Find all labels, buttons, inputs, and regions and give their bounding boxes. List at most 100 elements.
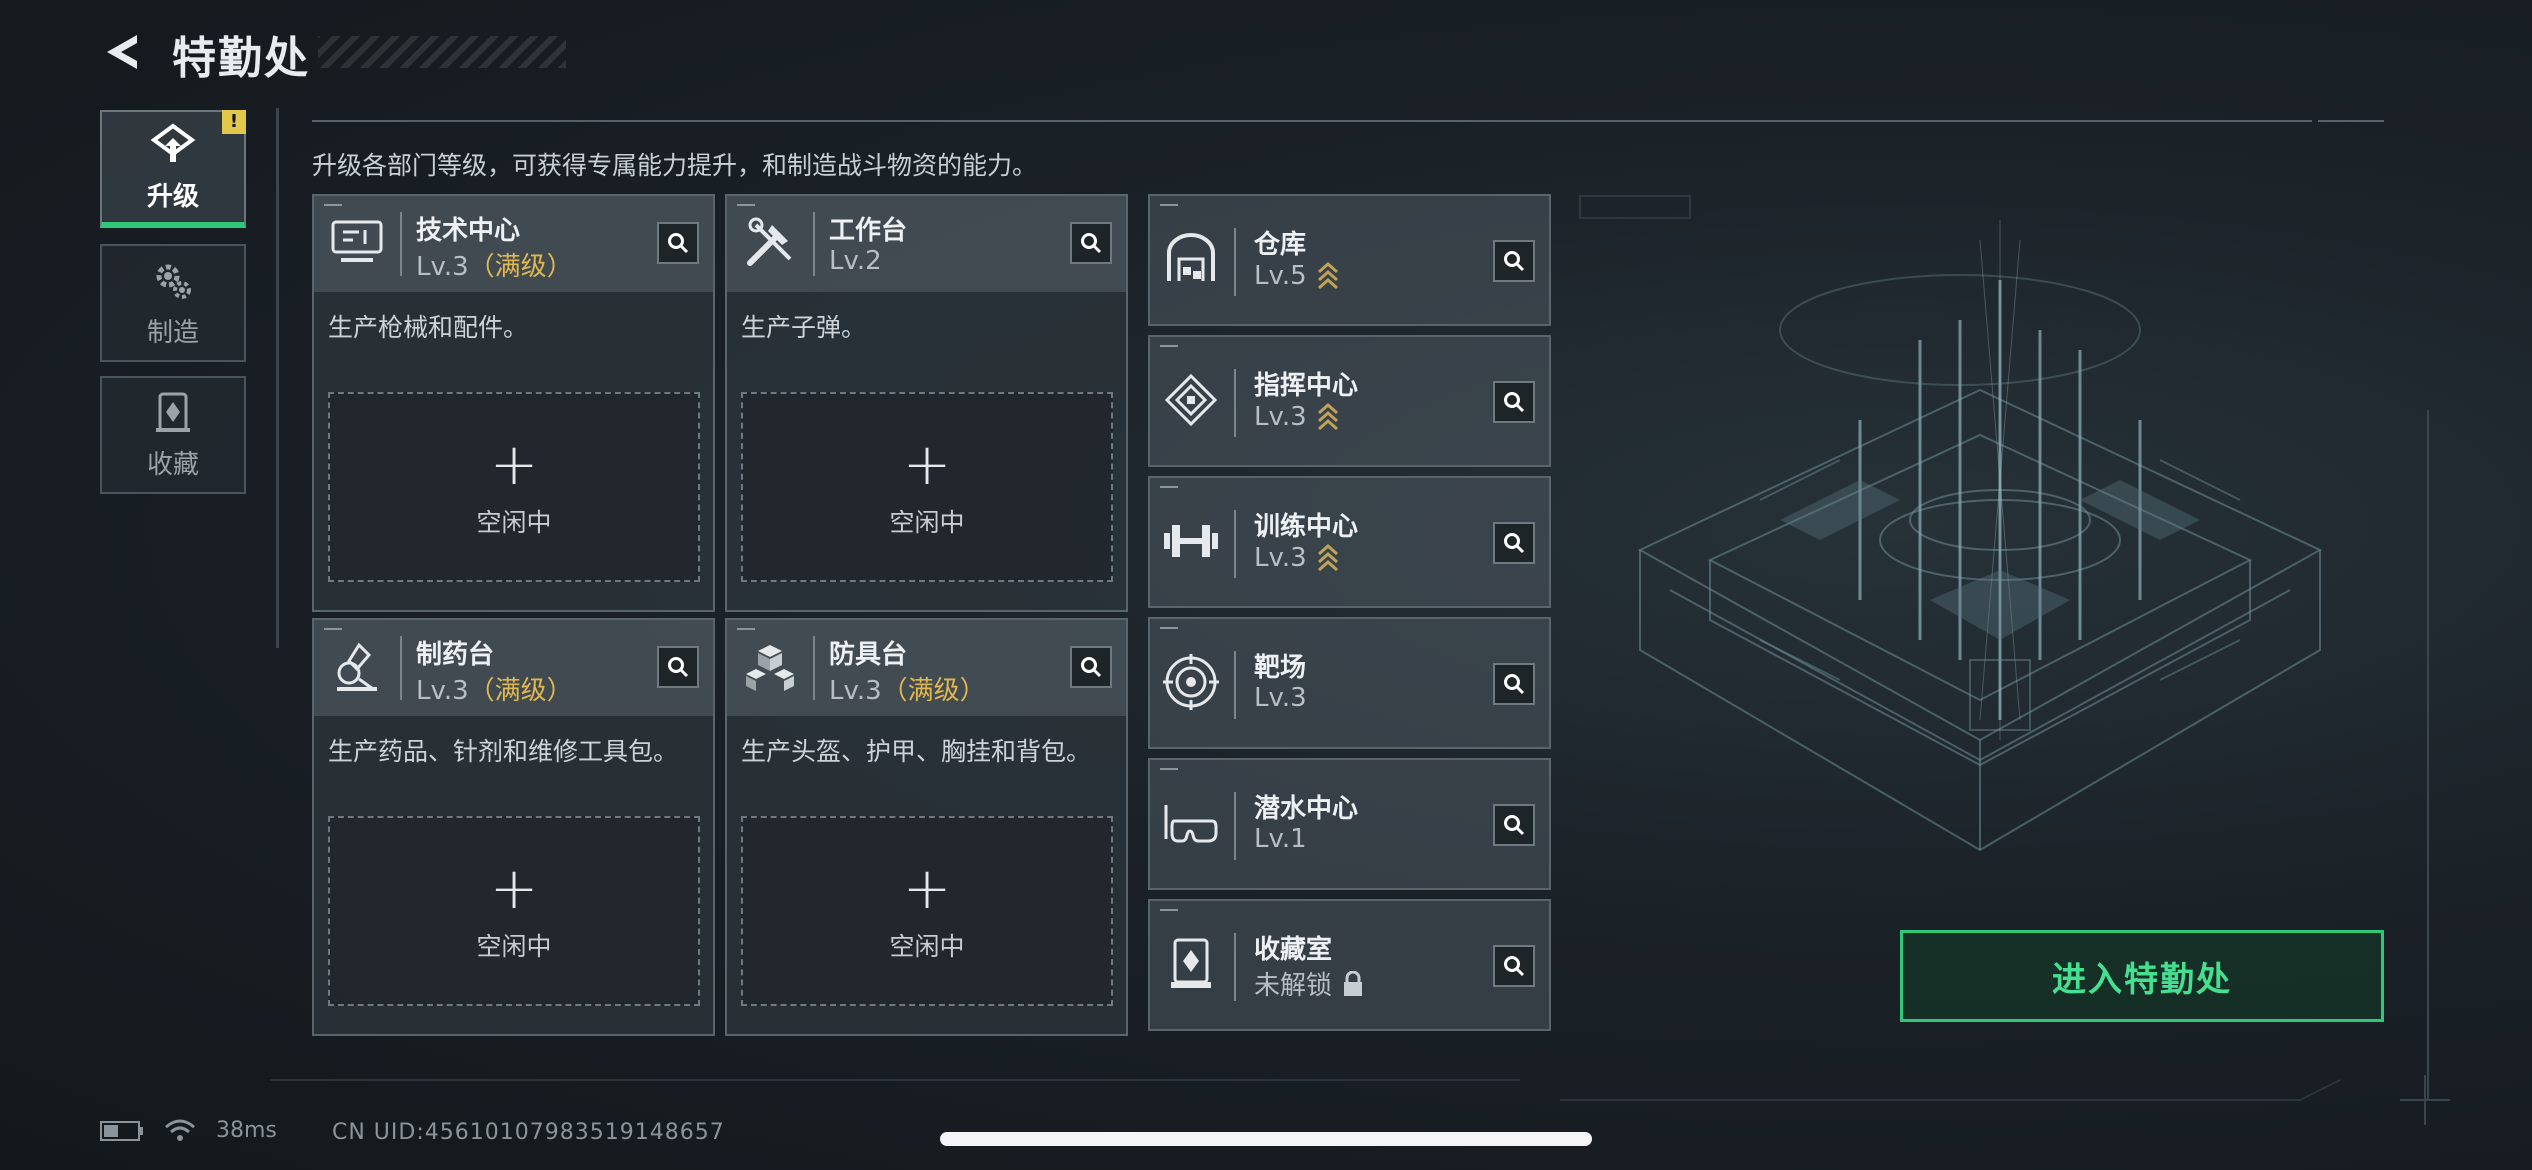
search-icon: [1504, 533, 1525, 554]
base-building-illustration: [1637, 220, 2323, 852]
upgrade-icon: [150, 123, 196, 162]
inspect-button[interactable]: [1493, 522, 1535, 564]
department-level: Lv.3（满级）: [829, 676, 986, 706]
facility-card-collection-room[interactable]: 收藏室 未解锁: [1148, 899, 1551, 1031]
lock-icon: [1344, 970, 1363, 996]
plus-icon: +: [902, 430, 952, 498]
facility-name: 指挥中心: [1254, 371, 1359, 401]
sidebar-tab-label: 制造: [146, 317, 199, 348]
department-description: 生产枪械和配件。: [328, 313, 529, 342]
facility-level: Lv.3: [1254, 401, 1339, 433]
inspect-button[interactable]: [1493, 381, 1535, 423]
search-icon: [1504, 674, 1525, 695]
inspect-button[interactable]: [1070, 646, 1112, 688]
inspect-button[interactable]: [1070, 222, 1112, 264]
divider: [312, 120, 2312, 122]
collection-room-icon: [1160, 933, 1222, 995]
sidebar-tab-collection[interactable]: 收藏: [100, 376, 246, 494]
facility-level: Lv.5: [1254, 260, 1339, 292]
department-name: 技术中心: [416, 216, 521, 246]
facility-level: Lv.3: [1254, 683, 1307, 713]
workbench-icon: [739, 212, 801, 274]
department-description: 生产子弹。: [741, 313, 867, 342]
warehouse-icon: [1160, 228, 1222, 290]
production-slot[interactable]: + 空闲中: [328, 816, 700, 1006]
back-arrow-icon: [107, 35, 137, 69]
department-name: 防具台: [829, 640, 908, 670]
plus-icon: +: [489, 430, 539, 498]
plus-icon: +: [489, 854, 539, 922]
department-level: Lv.3（满级）: [416, 676, 573, 706]
inspect-button[interactable]: [1493, 945, 1535, 987]
card-header: 工作台 Lv.2: [727, 196, 1126, 292]
department-card-workbench: 工作台 Lv.2 生产子弹。 + 空闲中: [725, 194, 1128, 612]
alert-badge: !: [222, 110, 246, 134]
facility-card-training-center[interactable]: 训练中心 Lv.3: [1148, 476, 1551, 608]
department-card-armor-bench: 防具台 Lv.3（满级） 生产头盔、护甲、胸挂和背包。 + 空闲中: [725, 618, 1128, 1036]
search-icon: [668, 657, 689, 678]
facility-level: Lv.1: [1254, 824, 1307, 854]
search-icon: [1504, 251, 1525, 272]
department-level: Lv.2: [829, 246, 882, 276]
tech-center-icon: [326, 212, 388, 274]
collection-icon: [156, 392, 190, 432]
battery-icon: [100, 1120, 143, 1141]
armor-bench-icon: [739, 636, 801, 698]
title-stripe-decoration: [318, 36, 566, 68]
diving-mask-icon: [1160, 792, 1222, 854]
page-title: 特勤处: [172, 33, 310, 84]
department-name: 工作台: [829, 216, 908, 246]
sidebar-tab-manufacture[interactable]: 制造: [100, 244, 246, 362]
status-bar: 38ms: [100, 1118, 277, 1143]
card-header: 技术中心 Lv.3（满级）: [314, 196, 713, 292]
department-level: Lv.3（满级）: [416, 252, 573, 282]
facility-name: 收藏室: [1254, 935, 1333, 965]
inspect-button[interactable]: [657, 646, 699, 688]
upgrade-available-icon: [1317, 543, 1338, 572]
search-icon: [1081, 657, 1102, 678]
command-center-icon: [1160, 369, 1222, 431]
department-description: 生产头盔、护甲、胸挂和背包。: [741, 737, 1092, 766]
facility-name: 潜水中心: [1254, 794, 1359, 824]
gears-icon: [156, 264, 191, 299]
user-uid: CN UID:45610107983519148657: [332, 1120, 725, 1145]
slot-status: 空闲中: [476, 508, 552, 537]
facility-name: 训练中心: [1254, 512, 1359, 542]
department-card-pharmacy: 制药台 Lv.3（满级） 生产药品、针剂和维修工具包。 + 空闲中: [312, 618, 715, 1036]
production-slot[interactable]: + 空闲中: [328, 392, 700, 582]
search-icon: [1504, 392, 1525, 413]
production-slot[interactable]: + 空闲中: [741, 392, 1113, 582]
plus-icon: +: [902, 854, 952, 922]
facility-card-warehouse[interactable]: 仓库 Lv.5: [1148, 194, 1551, 326]
facility-card-shooting-range[interactable]: 靶场 Lv.3: [1148, 617, 1551, 749]
slot-status: 空闲中: [476, 932, 552, 961]
facility-card-diving-center[interactable]: 潜水中心 Lv.1: [1148, 758, 1551, 890]
inspect-button[interactable]: [1493, 804, 1535, 846]
search-icon: [1081, 233, 1102, 254]
department-description: 生产药品、针剂和维修工具包。: [328, 737, 679, 766]
sidebar-tab-label: 升级: [146, 181, 199, 212]
pharmacy-icon: [326, 636, 388, 698]
card-header: 制药台 Lv.3（满级）: [314, 620, 713, 716]
card-header: 防具台 Lv.3（满级）: [727, 620, 1126, 716]
back-button[interactable]: [96, 26, 148, 78]
sidebar-tab-upgrade[interactable]: ! 升级: [100, 110, 246, 228]
inspect-button[interactable]: [657, 222, 699, 264]
facility-name: 靶场: [1254, 653, 1307, 683]
production-slot[interactable]: + 空闲中: [741, 816, 1113, 1006]
enter-special-ops-button[interactable]: 进入特勤处: [1900, 930, 2384, 1022]
home-indicator[interactable]: [940, 1132, 1592, 1146]
search-icon: [668, 233, 689, 254]
facility-card-command-center[interactable]: 指挥中心 Lv.3: [1148, 335, 1551, 467]
ping-value: 38ms: [216, 1118, 277, 1143]
facility-level: Lv.3: [1254, 542, 1339, 574]
sidebar-tab-label: 收藏: [146, 449, 199, 480]
department-card-tech-center: 技术中心 Lv.3（满级） 生产枪械和配件。 + 空闲中: [312, 194, 715, 612]
facility-level: 未解锁: [1254, 965, 1364, 1002]
inspect-button[interactable]: [1493, 240, 1535, 282]
inspect-button[interactable]: [1493, 663, 1535, 705]
slot-status: 空闲中: [889, 932, 965, 961]
slot-status: 空闲中: [889, 508, 965, 537]
search-icon: [1504, 956, 1525, 977]
wifi-icon: [165, 1119, 195, 1141]
